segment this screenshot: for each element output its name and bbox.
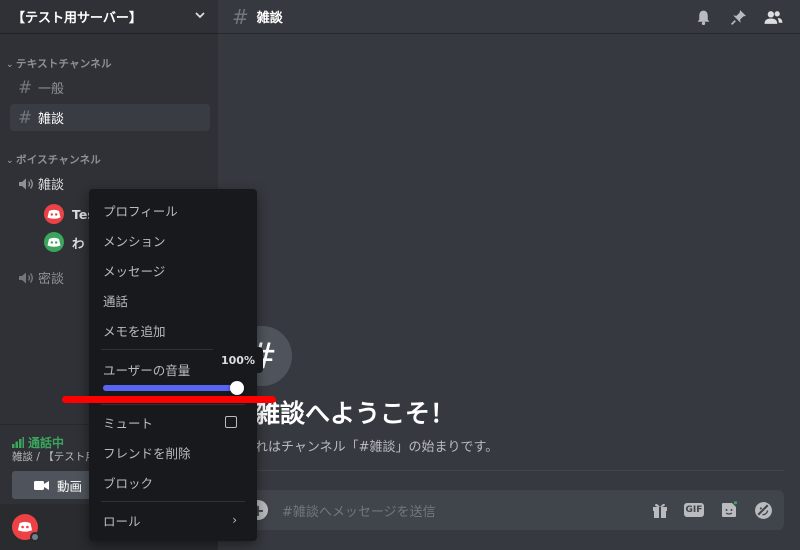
- video-button-label: 動画: [57, 478, 83, 494]
- gif-label: GIF: [683, 503, 705, 517]
- chevron-right-icon: ›: [232, 513, 237, 527]
- annotation-highlight: [62, 396, 276, 403]
- menu-item-label: ミュート: [103, 415, 154, 431]
- menu-item-label: ロール: [103, 513, 141, 529]
- avatar: [44, 232, 64, 252]
- user-volume-slider[interactable]: [103, 381, 244, 395]
- menu-separator: [101, 501, 245, 502]
- menu-item-call[interactable]: 通話: [95, 286, 251, 314]
- divider: [232, 470, 784, 471]
- chevron-down-icon: ⌄: [6, 156, 14, 166]
- menu-item-add-note[interactable]: メモを追加: [95, 316, 251, 344]
- voice-user[interactable]: わ: [44, 230, 85, 254]
- channel-label: 一般: [38, 82, 65, 97]
- speaker-icon: [18, 177, 38, 191]
- slider-thumb[interactable]: [230, 381, 244, 395]
- members-icon[interactable]: [763, 7, 783, 27]
- emoji-icon[interactable]: [752, 499, 774, 521]
- voice-user-name: わ: [72, 235, 85, 251]
- menu-separator: [101, 404, 245, 405]
- user-volume-label: ユーザーの音量: [103, 363, 191, 378]
- menu-item-profile[interactable]: プロフィール: [95, 196, 251, 224]
- avatar: [44, 204, 64, 224]
- menu-item-remove-friend[interactable]: フレンドを削除: [95, 438, 251, 466]
- status-indicator: [30, 532, 40, 542]
- welcome-title: 雑談へようこそ！: [255, 399, 456, 428]
- signal-icon: [12, 437, 24, 448]
- camera-icon: [34, 480, 49, 491]
- channel-label: 雑談: [38, 112, 65, 127]
- gift-icon[interactable]: [649, 499, 671, 521]
- text-channel-icon: #: [18, 77, 33, 98]
- speaker-icon: [18, 271, 38, 285]
- checkbox-icon[interactable]: [225, 416, 237, 428]
- channel-title: 雑談: [256, 11, 283, 26]
- channel-item-zatsudan[interactable]: # 雑談: [10, 104, 210, 131]
- menu-item-mention[interactable]: メンション: [95, 226, 251, 254]
- menu-item-message[interactable]: メッセージ: [95, 256, 251, 284]
- category-text-channels[interactable]: ⌄ テキストチャンネル: [6, 56, 112, 71]
- channel-label: 密談: [38, 272, 65, 287]
- bell-icon[interactable]: [693, 7, 713, 27]
- chevron-down-icon: [194, 9, 206, 24]
- voice-location: 雑談 / 【テスト用: [12, 451, 96, 463]
- menu-item-mute[interactable]: ミュート: [95, 408, 251, 436]
- welcome-subtitle: れはチャンネル「#雑談」の始まりです。: [255, 440, 499, 455]
- gif-icon[interactable]: GIF: [683, 499, 705, 521]
- channel-label: 雑談: [38, 178, 65, 193]
- pin-icon[interactable]: [728, 7, 748, 27]
- message-input[interactable]: #雑談へメッセージを送信: [282, 501, 436, 520]
- slider-fill: [103, 385, 237, 391]
- volume-tooltip: 100%: [213, 347, 263, 373]
- category-label: ボイスチャンネル: [16, 154, 101, 166]
- server-header[interactable]: 【テスト用サーバー】: [0, 0, 218, 34]
- category-label: テキストチャンネル: [16, 58, 112, 70]
- message-composer: + #雑談へメッセージを送信 GIF: [232, 490, 784, 530]
- voice-user[interactable]: Tes: [44, 202, 95, 226]
- server-name: 【テスト用サーバー】: [12, 11, 142, 26]
- text-channel-icon: #: [232, 4, 249, 29]
- chevron-down-icon: ⌄: [6, 60, 14, 70]
- channel-item-general[interactable]: # 一般: [10, 74, 210, 101]
- category-voice-channels[interactable]: ⌄ ボイスチャンネル: [6, 152, 101, 167]
- sticker-icon[interactable]: [718, 499, 740, 521]
- menu-item-roles[interactable]: ロール ›: [95, 506, 251, 534]
- menu-item-block[interactable]: ブロック: [95, 468, 251, 496]
- text-channel-icon: #: [18, 107, 33, 128]
